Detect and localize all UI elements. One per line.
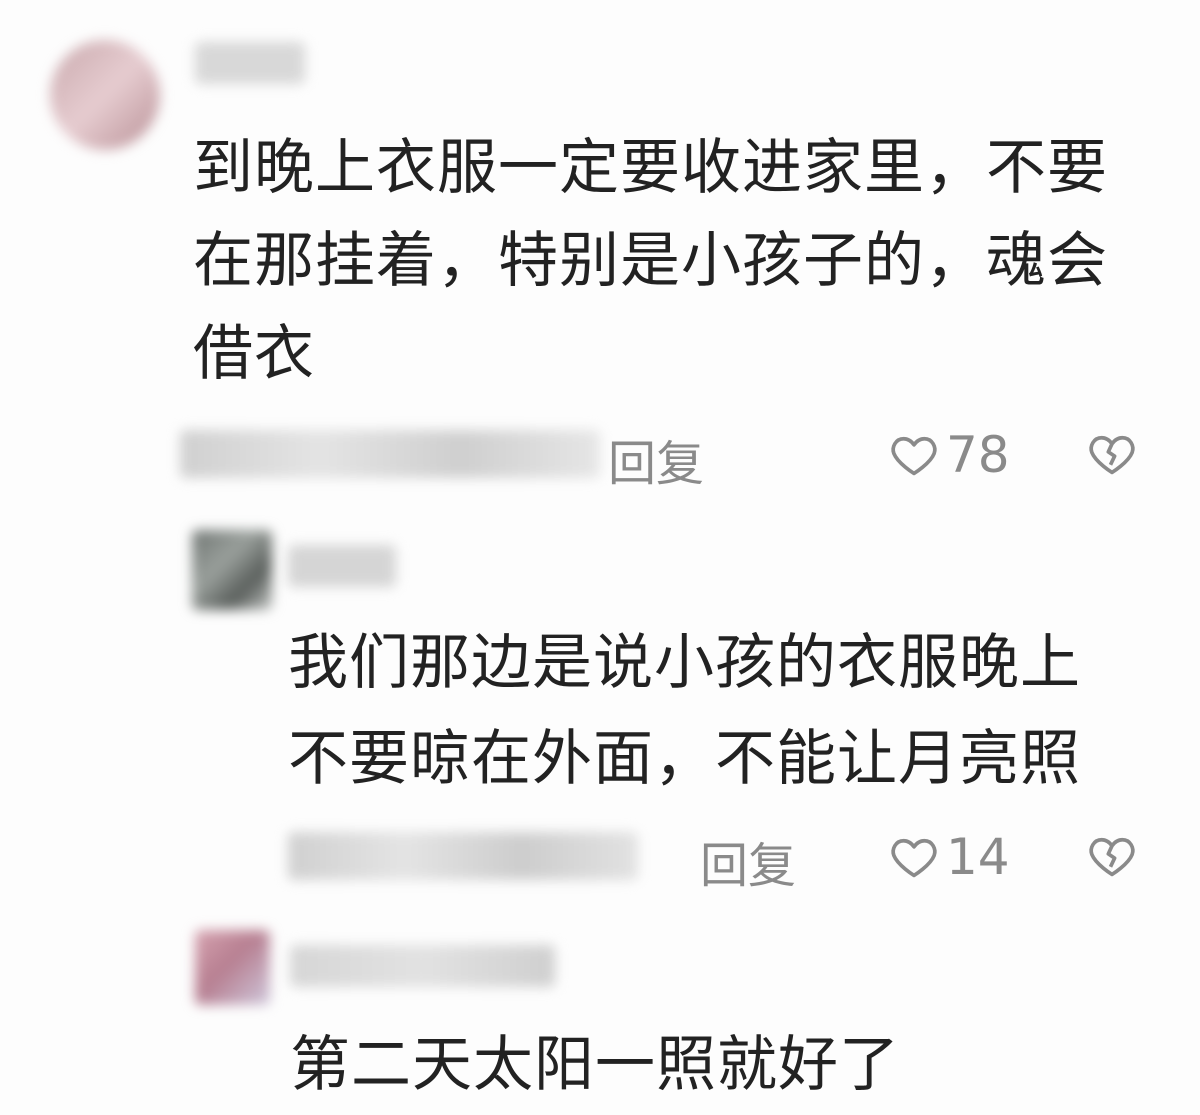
comment-text: 我们那边是说小孩的衣服晚上 不要晾在外面，不能让月亮照 — [288, 615, 1081, 807]
heart-outline-icon — [891, 838, 937, 878]
comment-meta — [288, 832, 638, 880]
like-count: 78 — [946, 426, 1010, 484]
comment-text: 第二天太阳一照就好了 — [290, 1020, 900, 1110]
heart-outline-icon — [891, 436, 937, 476]
avatar[interactable] — [195, 930, 270, 1005]
like-count: 14 — [946, 828, 1010, 886]
comment-line: 借衣 — [193, 319, 315, 389]
broken-heart-icon — [1089, 435, 1135, 475]
comment-line: 到晚上衣服一定要收进家里，不要 — [193, 133, 1108, 203]
username[interactable] — [290, 945, 555, 987]
like-button[interactable]: 78 — [888, 426, 1010, 484]
dislike-button[interactable] — [1086, 428, 1138, 484]
dislike-button[interactable] — [1086, 830, 1138, 886]
comment-line: 第二天太阳一照就好了 — [290, 1030, 900, 1100]
reply-button[interactable]: 回复 — [608, 424, 704, 494]
comment-line: 不要晾在外面，不能让月亮照 — [288, 724, 1081, 794]
comment-text: 到晚上衣服一定要收进家里，不要 在那挂着，特别是小孩子的，魂会 借衣 — [193, 122, 1108, 401]
reply-button[interactable]: 回复 — [700, 826, 796, 896]
username[interactable] — [195, 42, 305, 84]
comment-line: 在那挂着，特别是小孩子的，魂会 — [193, 226, 1108, 296]
avatar[interactable] — [192, 530, 272, 610]
comment-line: 我们那边是说小孩的衣服晚上 — [288, 628, 1081, 698]
avatar[interactable] — [50, 40, 160, 150]
like-button[interactable]: 14 — [888, 828, 1010, 886]
broken-heart-icon — [1089, 837, 1135, 877]
username[interactable] — [288, 545, 396, 587]
comment-meta — [180, 430, 600, 478]
